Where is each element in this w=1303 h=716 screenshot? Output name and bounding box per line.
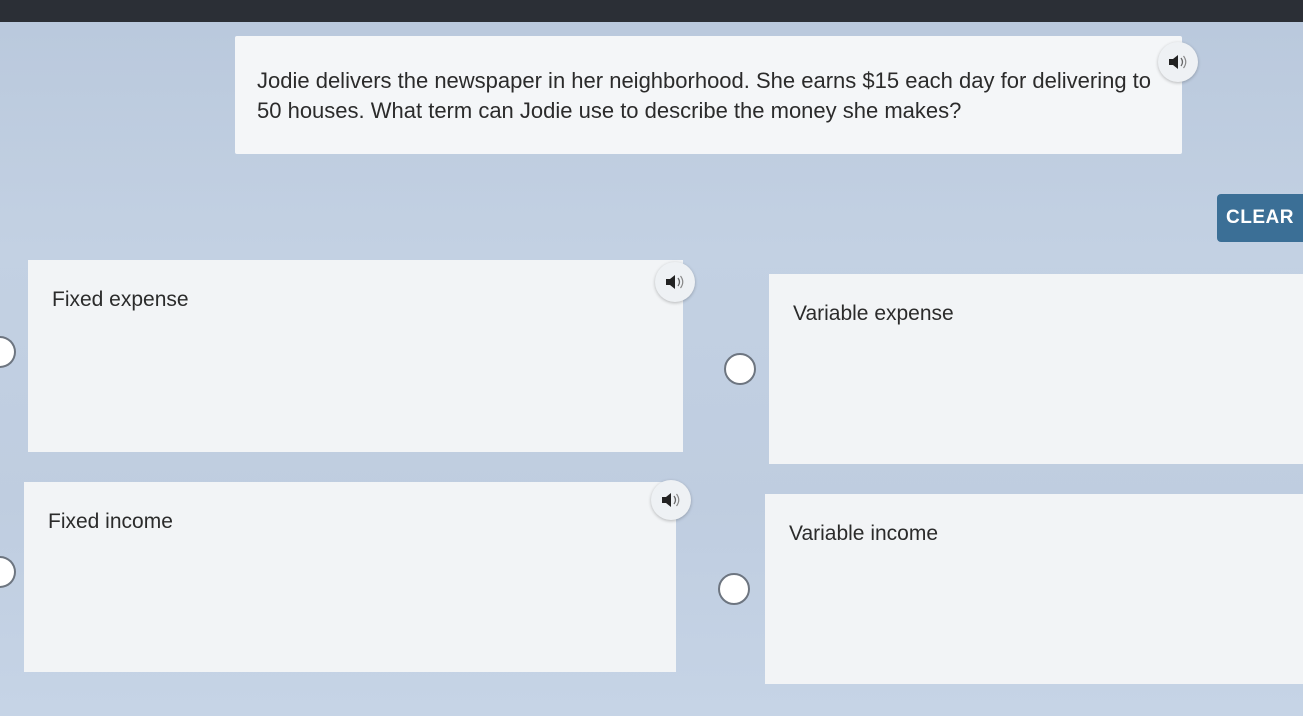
question-card: Jodie delivers the newspaper in her neig… xyxy=(235,36,1182,154)
option-audio-button[interactable] xyxy=(651,480,691,520)
question-audio-button[interactable] xyxy=(1158,42,1198,82)
option-label: Variable income xyxy=(789,522,939,545)
radio-variable-income[interactable] xyxy=(718,573,750,605)
option-label: Fixed expense xyxy=(52,288,189,311)
option-fixed-expense[interactable]: Fixed expense xyxy=(28,260,683,452)
option-variable-income[interactable]: Variable income xyxy=(765,494,1303,684)
speaker-icon xyxy=(666,275,684,289)
option-label: Variable expense xyxy=(793,302,954,325)
radio-fixed-expense[interactable] xyxy=(0,336,16,368)
option-variable-expense[interactable]: Variable expense xyxy=(769,274,1303,464)
radio-fixed-income[interactable] xyxy=(0,556,16,588)
clear-button[interactable]: CLEAR xyxy=(1217,194,1303,242)
question-text: Jodie delivers the newspaper in her neig… xyxy=(257,68,1152,123)
radio-variable-expense[interactable] xyxy=(724,353,756,385)
option-audio-button[interactable] xyxy=(655,262,695,302)
option-fixed-income[interactable]: Fixed income xyxy=(24,482,676,672)
speaker-icon xyxy=(1169,55,1187,69)
speaker-icon xyxy=(662,493,680,507)
option-label: Fixed income xyxy=(48,510,173,533)
top-bar xyxy=(0,0,1303,22)
